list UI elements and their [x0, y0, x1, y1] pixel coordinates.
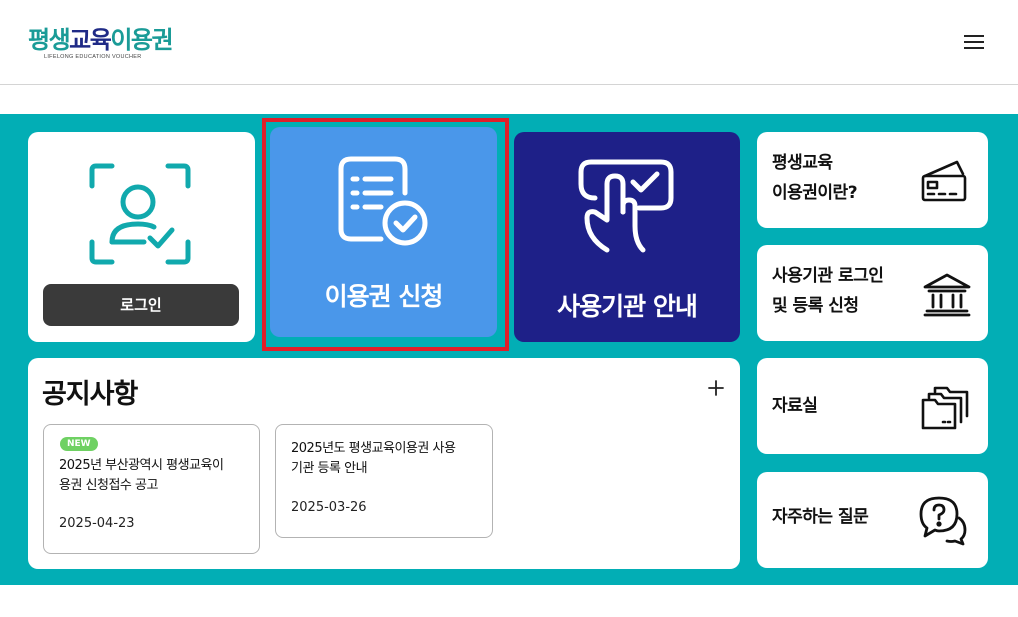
notice-item-date: 2025-04-23 — [59, 516, 135, 531]
side-card-voucher-info[interactable]: 평생교육 이용권이란? — [757, 132, 988, 228]
hamburger-menu-icon[interactable] — [962, 32, 986, 52]
card-icon — [921, 160, 967, 202]
apply-voucher-label: 이용권 신청 — [324, 282, 444, 311]
login-button[interactable]: 로그인 — [43, 284, 239, 326]
institution-guide-tile[interactable]: 사용기관 안내 — [514, 132, 740, 342]
faq-bubble-icon — [919, 496, 967, 546]
institution-icon — [923, 273, 971, 317]
login-tile: 로그인 — [28, 132, 255, 342]
plus-icon[interactable] — [704, 376, 728, 400]
side-card-faq[interactable]: 자주하는 질문 — [757, 472, 988, 568]
side-card-label: 사용기관 로그인 및 등록 신청 — [772, 266, 884, 316]
notice-item-date: 2025-03-26 — [291, 500, 367, 515]
new-badge: NEW — [60, 437, 98, 451]
apply-voucher-tile[interactable]: 이용권 신청 — [270, 127, 497, 337]
logo-subtitle: LIFELONG EDUCATION VOUCHER — [44, 54, 142, 60]
notice-item[interactable]: 2025년도 평생교육이용권 사용 기관 등록 안내 2025-03-26 — [275, 424, 493, 538]
side-card-label: 자료실 — [772, 396, 818, 416]
side-card-label: 평생교육 이용권이란? — [772, 153, 858, 203]
folders-icon — [921, 386, 969, 430]
notice-item-title: 2025년도 평생교육이용권 사용 기관 등록 안내 — [291, 441, 456, 476]
notice-title: 공지사항 — [42, 379, 138, 410]
side-card-label: 자주하는 질문 — [772, 507, 869, 527]
notice-item[interactable]: NEW 2025년 부산광역시 평생교육이 용권 신청접수 공고 2025-04-… — [43, 424, 260, 554]
main-panel: 로그인 이용권 신청 사용기관 안내 평생교육 이용권이란? 사용기관 로그인 … — [0, 114, 1018, 585]
site-header: 평생교육이용권 LIFELONG EDUCATION VOUCHER — [0, 0, 1018, 85]
side-card-archive[interactable]: 자료실 — [757, 358, 988, 454]
notice-section: 공지사항 NEW 2025년 부산광역시 평생교육이 용권 신청접수 공고 202… — [28, 358, 740, 569]
document-check-icon — [338, 156, 428, 246]
logo-text: 평생교육이용권 — [28, 26, 174, 54]
touch-check-icon — [578, 159, 674, 253]
institution-guide-label: 사용기관 안내 — [557, 292, 698, 321]
side-card-institution-login[interactable]: 사용기관 로그인 및 등록 신청 — [757, 245, 988, 341]
notice-item-title: 2025년 부산광역시 평생교육이 용권 신청접수 공고 — [59, 458, 224, 493]
face-scan-check-icon — [89, 163, 191, 265]
site-logo[interactable]: 평생교육이용권 LIFELONG EDUCATION VOUCHER — [28, 26, 188, 66]
